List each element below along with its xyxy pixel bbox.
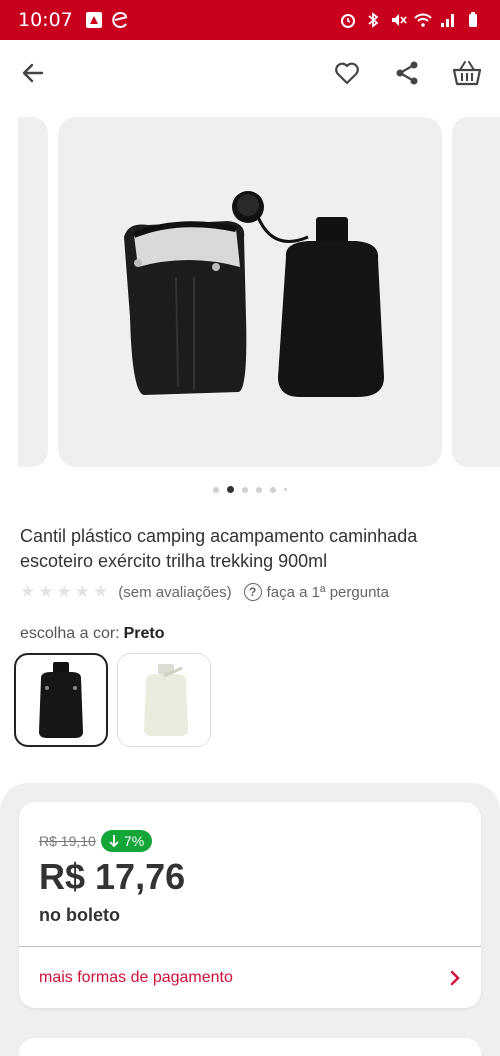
canteen-photo — [124, 191, 384, 397]
payment-note: no boleto — [39, 905, 120, 925]
ask-question-link[interactable]: ? faça a 1ª pergunta — [243, 583, 389, 601]
rating-stars: ★ ★ ★ ★ ★ — [20, 582, 108, 602]
next-image-slide[interactable] — [452, 117, 500, 467]
star-icon: ★ — [74, 582, 90, 602]
white-canteen-thumbnail — [144, 664, 188, 736]
pagination-dot-active[interactable] — [227, 486, 234, 493]
bluetooth-icon — [368, 12, 379, 28]
star-icon: ★ — [38, 582, 54, 602]
selected-color: Preto — [123, 625, 165, 642]
arrow-down-icon — [109, 835, 119, 848]
back-button[interactable] — [18, 58, 48, 88]
star-icon: ★ — [20, 582, 36, 602]
star-icon: ★ — [93, 582, 109, 602]
color-label-text: escolha a cor: — [20, 625, 120, 642]
more-payment-options-link[interactable]: mais formas de pagamento — [19, 947, 481, 1008]
pagination-dot[interactable] — [270, 486, 276, 493]
next-card — [19, 1038, 481, 1056]
pagination-dot[interactable] — [242, 486, 248, 493]
discount-value: 7% — [124, 833, 145, 849]
rating-text[interactable]: (sem avaliações) — [118, 584, 231, 601]
chevron-right-icon — [450, 970, 460, 985]
product-image[interactable] — [58, 117, 442, 467]
rating-row: ★ ★ ★ ★ ★ (sem avaliações) ? faça a 1ª p… — [20, 582, 389, 602]
top-app-bar — [0, 40, 500, 106]
status-bar: 10:07 — [0, 0, 500, 40]
color-option-black[interactable] — [14, 653, 108, 747]
current-price: R$ 17,76 — [39, 856, 186, 897]
heart-icon — [335, 62, 359, 85]
star-icon: ★ — [56, 582, 72, 602]
mute-icon — [392, 14, 407, 26]
color-selector-label: escolha a cor: Preto — [20, 625, 165, 643]
question-text: faça a 1ª pergunta — [266, 583, 389, 601]
old-price: R$ 19,10 — [39, 833, 96, 849]
black-canteen-thumbnail — [39, 662, 83, 738]
favorite-button[interactable] — [332, 58, 362, 88]
pagination-dot[interactable] — [213, 486, 219, 493]
signal-icon — [441, 14, 454, 27]
pagination-dot[interactable] — [284, 488, 287, 491]
wifi-icon — [414, 13, 432, 27]
battery-icon — [469, 12, 477, 27]
share-button[interactable] — [392, 58, 422, 88]
arrow-left-icon — [22, 63, 44, 83]
question-icon: ? — [243, 583, 262, 601]
share-icon — [396, 61, 418, 85]
product-image-carousel[interactable] — [0, 117, 500, 467]
app-notification-icon — [112, 12, 128, 28]
alarm-icon — [341, 14, 355, 28]
more-payment-options-label: mais formas de pagamento — [39, 968, 233, 986]
carousel-pagination — [0, 486, 500, 493]
basket-icon — [452, 61, 482, 86]
pagination-dot[interactable] — [256, 486, 262, 493]
discount-badge: 7% — [101, 830, 153, 852]
pdf-app-icon — [85, 12, 102, 28]
color-option-white[interactable] — [117, 653, 211, 747]
price-card: R$ 19,10 7% R$ 17,76 no boleto mais form… — [19, 802, 481, 1008]
status-time: 10:07 — [18, 9, 73, 31]
cart-button[interactable] — [452, 58, 482, 88]
product-title: Cantil plástico camping acampamento cami… — [20, 526, 418, 571]
previous-image-slide[interactable] — [18, 117, 48, 467]
